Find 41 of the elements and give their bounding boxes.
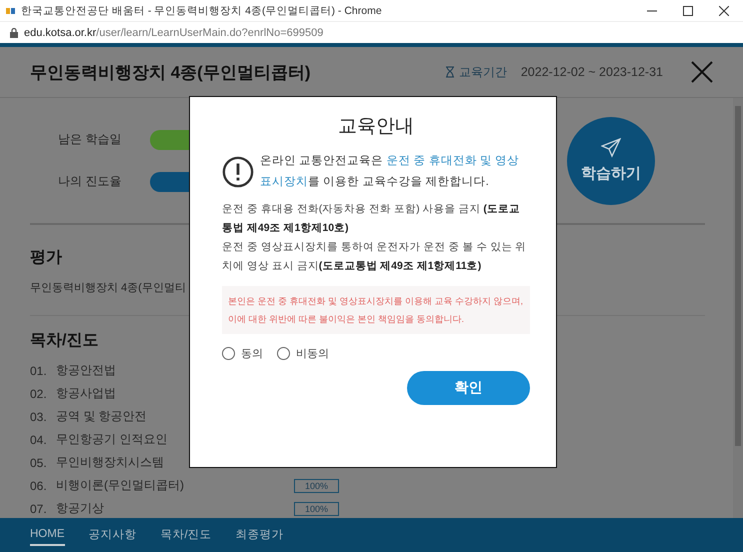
- scrollbar[interactable]: [733, 98, 743, 520]
- nav-tab[interactable]: 공지사항: [88, 522, 136, 548]
- rule-text: 운전 중 영상표시장치를 통하여 운전자가 운전 중 볼 수 있는 위치에 영상 표시 금지(도로교통법 제49조 제1항제11호): [222, 240, 528, 274]
- radio-option[interactable]: 동의: [222, 346, 263, 361]
- hourglass-icon: [444, 66, 455, 78]
- period-label: 교육기간: [458, 64, 507, 80]
- item-number: 06.: [30, 478, 48, 492]
- item-number: 05.: [30, 456, 48, 470]
- evaluation-course[interactable]: 무인동력비행장치 4종(무인멀티: [30, 280, 186, 295]
- rule-text: 운전 중 휴대용 전화(자동차용 전화 포함) 사용을 금지 (도로교통법 제49조 제1항제10호): [222, 202, 521, 236]
- radio-option[interactable]: 비동의: [277, 346, 329, 361]
- period-dates: 2022-12-02 ~ 2023-12-31: [520, 65, 663, 79]
- maximize-icon[interactable]: [683, 6, 693, 16]
- warning-icon: [222, 156, 254, 188]
- site-logo-icon: [6, 6, 16, 14]
- item-number: 01.: [30, 364, 48, 378]
- dialog-title: 교육안내: [338, 115, 414, 139]
- window-title: 한국교통안전공단 배움터 - 무인동력비행장치 4종(무인멀티콥터) - Chrome: [21, 4, 383, 18]
- chapter-title[interactable]: 비행이론(무인멀티콥터): [56, 477, 294, 494]
- chapter-title[interactable]: 항공기상: [56, 500, 294, 517]
- course-title: 무인동력비행장치 4종(무인멀티콥터): [30, 62, 312, 84]
- item-number: 04.: [30, 432, 48, 446]
- section-heading: 목차/진도: [30, 331, 98, 351]
- nav-tab[interactable]: HOME: [30, 524, 64, 546]
- progress-badge: 100%: [294, 478, 340, 492]
- confirm-button[interactable]: 확인: [407, 370, 530, 405]
- status-label: 남은 학습일: [58, 131, 122, 148]
- lock-icon: [10, 28, 18, 38]
- item-number: 07.: [30, 502, 48, 516]
- nav-tab[interactable]: 목차/진도: [160, 522, 212, 548]
- study-button[interactable]: 학습하기: [567, 116, 655, 204]
- status-label: 나의 진도율: [58, 173, 122, 190]
- close-icon[interactable]: [719, 6, 729, 16]
- notice-text: 온라인 교통안전교육은 운전 중 휴대전화 및 영상표시장치 를 이용한 교육수강을 제한합니다.: [260, 154, 520, 190]
- progress-badge: 100%: [294, 502, 340, 516]
- item-number: 02.: [30, 386, 48, 400]
- paper-plane-icon: [601, 138, 621, 158]
- pledge-text: 본인은 운전 중 휴대전화 및 영상표시장치를 이용해 교육 수강하지 않으며, 이에 대한 위반에 따른 불이익은 본인 책임임을 동의합니다.: [222, 286, 530, 334]
- item-number: 03.: [30, 410, 48, 424]
- section-heading: 평가: [30, 248, 62, 268]
- nav-tab[interactable]: 최종평가: [236, 522, 284, 548]
